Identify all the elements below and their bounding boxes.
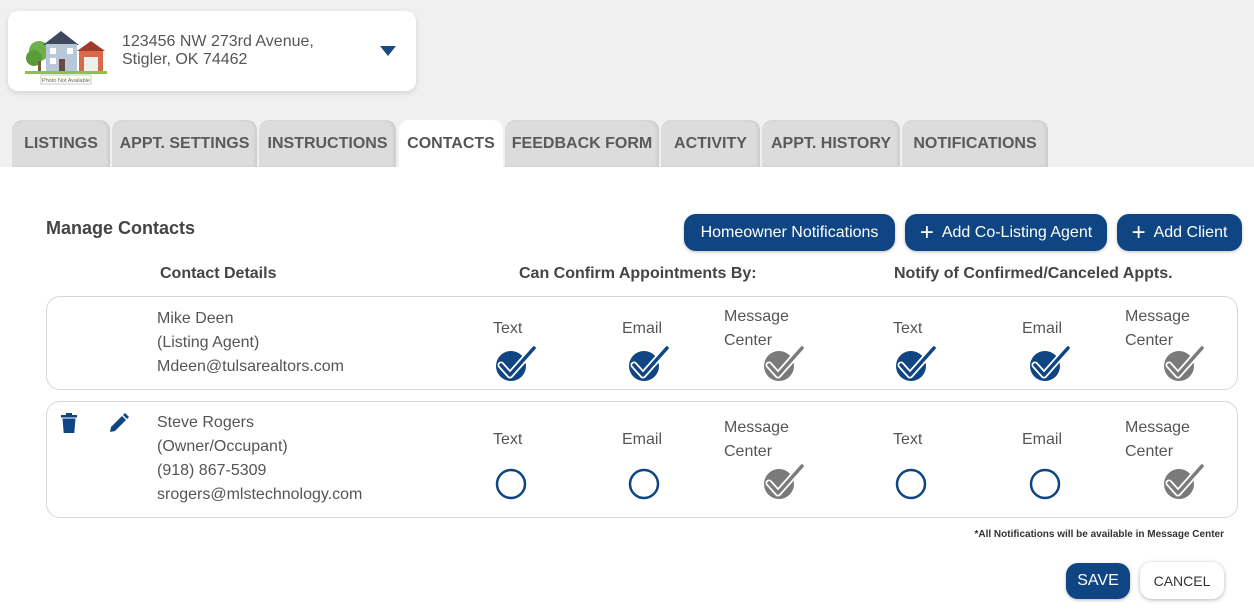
plus-icon: + [1131,218,1146,246]
contact-role: (Listing Agent) [157,334,260,351]
option-label-text: Text [893,320,923,337]
caret-down-icon[interactable] [380,46,396,56]
confirm-text-checkbox[interactable] [494,346,536,382]
column-header-notify: Notify of Confirmed/Canceled Appts. [894,265,1173,282]
contact-phone: (918) 867-5309 [157,462,267,479]
homeowner-notifications-button[interactable]: Homeowner Notifications [684,214,895,251]
contact-role: (Owner/Occupant) [157,438,288,455]
page-title: Manage Contacts [46,218,196,238]
notify-message-center-check-locked [1164,464,1204,499]
add-client-button[interactable]: + Add Client [1117,214,1242,251]
notify-text-checkbox[interactable] [894,346,936,382]
tab-listings[interactable]: LISTINGS [12,120,110,167]
address-line-2: Stigler, OK 74462 [122,51,248,68]
notify-message-center-check-locked [1164,346,1204,381]
option-label-text: Text [493,320,523,337]
property-address: 123456 NW 273rd Avenue, Stigler, OK 7446… [122,33,314,69]
option-label-email: Email [622,431,663,448]
column-header-confirm-by: Can Confirm Appointments By: [519,265,757,282]
option-label-email: Email [622,320,663,337]
contact-details: Steve Rogers (Owner/Occupant) (918) 867-… [157,411,362,507]
address-line-1: 123456 NW 273rd Avenue, [122,33,314,50]
tab-appt-settings[interactable]: APPT. SETTINGS [112,120,257,167]
save-button[interactable]: SAVE [1066,563,1130,599]
notify-email-checkbox[interactable] [1028,466,1070,502]
tab-contacts[interactable]: CONTACTS [399,120,503,167]
confirm-message-center-check-locked [764,464,804,499]
tab-instructions[interactable]: INSTRUCTIONS [259,120,396,167]
confirm-message-center-check-locked [764,346,804,381]
option-label-text: Text [493,431,523,448]
column-header-contact-details: Contact Details [160,265,277,282]
property-selector[interactable]: Photo Not Available 123456 NW 273rd Aven… [8,11,416,91]
option-label-text: Text [893,431,923,448]
house-photo-icon: Photo Not Available [25,27,107,87]
message-center-footnote: *All Notifications will be available in … [974,529,1224,540]
contact-details: Mike Deen (Listing Agent) Mdeen@tulsarea… [157,307,344,379]
pencil-icon[interactable] [109,413,129,433]
option-label-email: Email [1022,431,1063,448]
plus-icon: + [919,218,934,246]
notify-text-checkbox[interactable] [894,466,936,502]
contact-email: srogers@mlstechnology.com [157,486,363,503]
trash-icon[interactable] [61,413,77,433]
confirm-email-checkbox[interactable] [627,466,669,502]
cancel-button[interactable]: CANCEL [1140,562,1224,599]
tab-appt-history[interactable]: APPT. HISTORY [762,120,900,167]
contact-name: Mike Deen [157,310,234,327]
confirm-text-checkbox[interactable] [494,466,536,502]
notify-email-checkbox[interactable] [1028,346,1070,382]
option-label-email: Email [1022,320,1063,337]
tab-activity[interactable]: ACTIVITY [661,120,760,167]
option-label-message-center: Message Center [1125,419,1190,460]
contact-name: Steve Rogers [157,414,254,431]
tab-feedback-form[interactable]: FEEDBACK FORM [505,120,659,167]
svg-text:Photo Not Available: Photo Not Available [42,78,90,84]
confirm-email-checkbox[interactable] [627,346,669,382]
option-label-message-center: Message Center [724,419,789,460]
contact-email: Mdeen@tulsarealtors.com [157,358,344,375]
add-co-listing-agent-button[interactable]: + Add Co-Listing Agent [905,214,1107,251]
tab-notifications[interactable]: NOTIFICATIONS [902,120,1048,167]
